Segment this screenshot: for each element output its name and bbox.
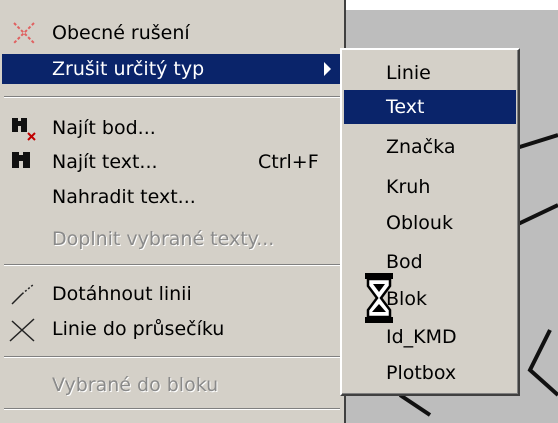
binoculars-icon — [8, 150, 38, 174]
menu-separator — [4, 264, 340, 266]
menu-item-label: Najít text... — [52, 151, 158, 173]
submenu-item-id-kmd[interactable]: Id_KMD — [344, 320, 516, 354]
submenu-item-label: Id_KMD — [386, 326, 457, 348]
menu-item-label: Doplnit vybrané texty... — [52, 228, 275, 250]
hourglass-cursor-icon — [365, 273, 393, 323]
menu-item-label: Linie do průsečíku — [52, 318, 225, 340]
menu-separator — [4, 356, 340, 358]
submenu-item-label: Značka — [386, 136, 456, 158]
intersection-icon — [8, 317, 38, 342]
submenu-item-linie[interactable]: Linie — [344, 56, 516, 90]
submenu-item-label: Bod — [386, 251, 423, 273]
menu-item-complete-texts: Doplnit vybrané texty... — [0, 224, 344, 254]
menu-item-extend-line[interactable]: Dotáhnout linii — [0, 279, 344, 309]
menu-item-label: Dotáhnout linii — [52, 283, 192, 305]
menu-item-find-text[interactable]: Najít text... Ctrl+F — [0, 147, 344, 177]
submenu-arrow-icon — [324, 62, 331, 76]
cross-cancel-icon — [8, 21, 38, 45]
menu-item-selected-to-block: Vybrané do bloku — [0, 370, 344, 400]
menu-item-find-point[interactable]: Najít bod... — [0, 113, 344, 143]
submenu-item-label: Oblouk — [386, 212, 453, 234]
menu-separator — [4, 96, 340, 98]
submenu-item-kruh[interactable]: Kruh — [344, 170, 516, 204]
submenu-item-label: Plotbox — [386, 362, 457, 384]
extend-line-icon — [8, 282, 38, 306]
menu-separator — [4, 408, 340, 410]
submenu-item-oblouk[interactable]: Oblouk — [344, 206, 516, 240]
menu-item-label: Obecné rušení — [52, 22, 190, 44]
submenu-item-text[interactable]: Text — [344, 90, 516, 124]
submenu-item-label: Kruh — [386, 176, 431, 198]
menu-item-label: Najít bod... — [52, 117, 156, 139]
menu-item-general-cancel[interactable]: Obecné rušení — [0, 18, 344, 48]
menu-item-replace-text[interactable]: Nahradit text... — [0, 182, 344, 212]
submenu-item-label: Linie — [386, 62, 431, 84]
submenu-cancel-type: Linie Text Značka Kruh Oblouk Bod Blok I… — [340, 48, 520, 396]
context-menu: Obecné rušení Zrušit určitý typ Najít bo… — [0, 0, 346, 423]
menu-item-line-to-intersection[interactable]: Linie do průsečíku — [0, 314, 344, 344]
menu-item-label: Vybrané do bloku — [52, 374, 219, 396]
submenu-item-plotbox[interactable]: Plotbox — [344, 356, 516, 390]
menu-item-cancel-type[interactable]: Zrušit určitý typ — [2, 54, 342, 84]
submenu-item-label: Text — [386, 96, 425, 118]
binoculars-point-icon — [8, 116, 38, 141]
menu-item-label: Zrušit určitý typ — [52, 58, 205, 80]
menu-item-shortcut: Ctrl+F — [258, 151, 319, 173]
submenu-item-znacka[interactable]: Značka — [344, 130, 516, 164]
menu-item-label: Nahradit text... — [52, 186, 196, 208]
